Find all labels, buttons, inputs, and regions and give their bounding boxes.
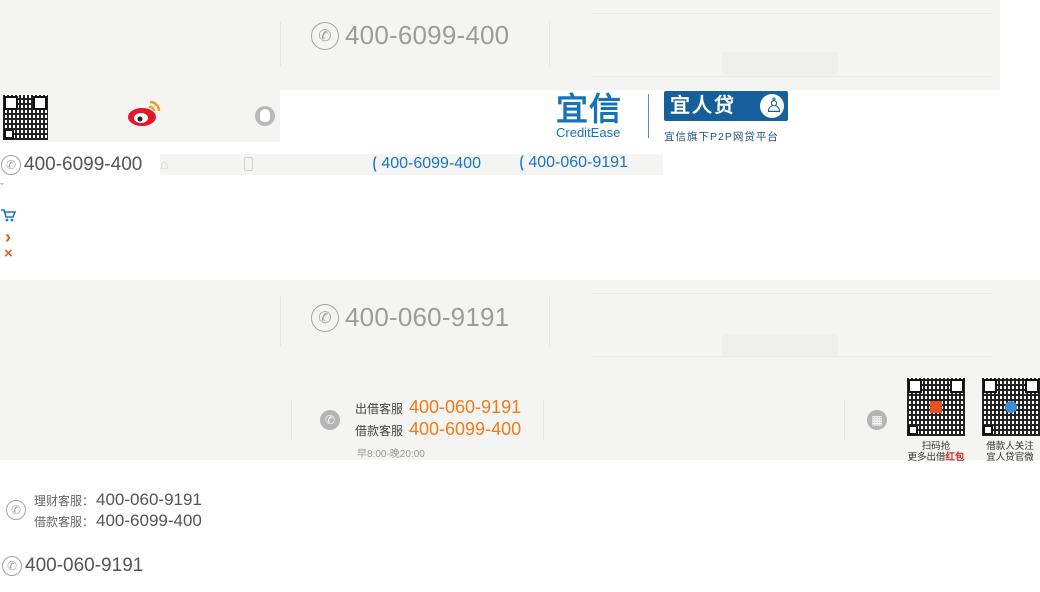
lend-hotline-link[interactable]: ( 400-6099-400 xyxy=(372,155,481,173)
lend-service-label: 出借客服 xyxy=(355,402,404,416)
qr1-caption-line1: 扫码抢 xyxy=(921,441,951,452)
yirendai-logo-text: 宜人贷 xyxy=(670,95,736,117)
phone-icon: ✆ xyxy=(6,500,26,520)
chevron-right-icon[interactable]: › xyxy=(5,228,11,246)
divider xyxy=(549,296,550,346)
red-packet-icon xyxy=(930,401,942,413)
divider xyxy=(592,13,992,14)
dual-hotline: ✆ 理财客服： 400-060-9191 借款客服： 400-6099-400 xyxy=(6,490,226,534)
qr-code-icon[interactable] xyxy=(3,95,48,140)
divider xyxy=(592,356,992,357)
qr2-caption-line2: 宜人贷官微 xyxy=(986,452,1034,463)
divider xyxy=(592,76,992,77)
creditease-logo-cn: 宜信 xyxy=(556,90,623,128)
top-hotline-number: 400-6099-400 xyxy=(345,20,510,50)
phone-icon: ✆ xyxy=(311,303,339,332)
yirendai-mini-logo-icon xyxy=(1005,401,1017,413)
phone-handset-icon: ( xyxy=(372,155,377,172)
divider xyxy=(844,400,845,440)
phone-handset-icon: ( xyxy=(519,154,524,171)
phone-icon: ✆ xyxy=(1,155,21,175)
lend-hotline-number: 400-6099-400 xyxy=(381,155,481,172)
loan-service-label: 借款客服： xyxy=(34,515,95,529)
row3-hotline-number: 400-6099-400 xyxy=(24,154,143,175)
yirendai-logo[interactable]: 宜人贷 xyxy=(664,91,788,121)
creditease-logo-en: CreditEase xyxy=(556,125,621,140)
yirendai-person-icon xyxy=(760,91,785,121)
divider xyxy=(291,400,292,440)
phone-circle-icon: ✆ xyxy=(320,410,340,430)
lend-service-phone: 400-060-9191 xyxy=(409,397,522,417)
divider xyxy=(280,296,281,346)
single-hotline-number: 400-060-9191 xyxy=(25,555,144,576)
phone-icon: ✆ xyxy=(311,21,339,50)
logo-divider xyxy=(648,94,649,138)
qr1-caption: 扫码抢 更多出借红包 xyxy=(900,441,972,463)
service-hours: 早8:00-晚20:00 xyxy=(357,449,425,460)
cart-icon[interactable] xyxy=(0,208,17,224)
loan-hotline-link[interactable]: ( 400-060-9191 xyxy=(519,154,628,172)
qr1-caption-line2: 更多出借红包 xyxy=(907,452,965,463)
close-icon[interactable]: × xyxy=(4,246,13,261)
qr-code-red-packet[interactable] xyxy=(907,378,965,436)
single-hotline: ✆ 400-060-9191 xyxy=(2,555,143,577)
placeholder-box xyxy=(722,52,838,74)
loan-hotline-number: 400-060-9191 xyxy=(528,154,628,171)
creditease-logo[interactable]: 宜信 CreditEase xyxy=(556,92,636,142)
divider xyxy=(280,22,281,66)
row3-hotline: ✆ 400-6099-400 xyxy=(1,154,142,176)
divider xyxy=(543,400,544,440)
weibo-icon[interactable] xyxy=(126,98,162,128)
loan-service-phone: 400-6099-400 xyxy=(96,511,202,530)
divider xyxy=(549,22,550,66)
finance-service-label: 理财客服： xyxy=(34,494,95,508)
qq-icon[interactable] xyxy=(255,106,275,126)
qr2-caption-line1: 借款人关注 xyxy=(986,441,1034,452)
qr-toggle-icon[interactable]: ▦ xyxy=(867,410,887,430)
qr2-caption: 借款人关注 宜人贷官微 xyxy=(976,441,1040,463)
finance-service-phone: 400-060-9191 xyxy=(96,490,202,509)
loan-service-phone: 400-6099-400 xyxy=(409,419,522,439)
home-icon[interactable]: ⌂ xyxy=(160,156,176,172)
divider xyxy=(592,293,992,294)
middle-hotline: ✆ 400-060-9191 xyxy=(311,302,509,333)
middle-hotline-number: 400-060-9191 xyxy=(345,302,510,332)
loan-service-label: 借款客服 xyxy=(355,424,404,438)
caret-icon: ˇ xyxy=(0,182,4,194)
mobile-icon[interactable] xyxy=(244,157,253,171)
qr-code-weibo[interactable] xyxy=(982,378,1040,436)
top-hotline: ✆ 400-6099-400 xyxy=(311,20,509,51)
yirendai-tagline: 宜信旗下P2P网贷平台 xyxy=(664,131,779,143)
phone-icon: ✆ xyxy=(2,556,22,576)
placeholder-box xyxy=(722,334,838,356)
